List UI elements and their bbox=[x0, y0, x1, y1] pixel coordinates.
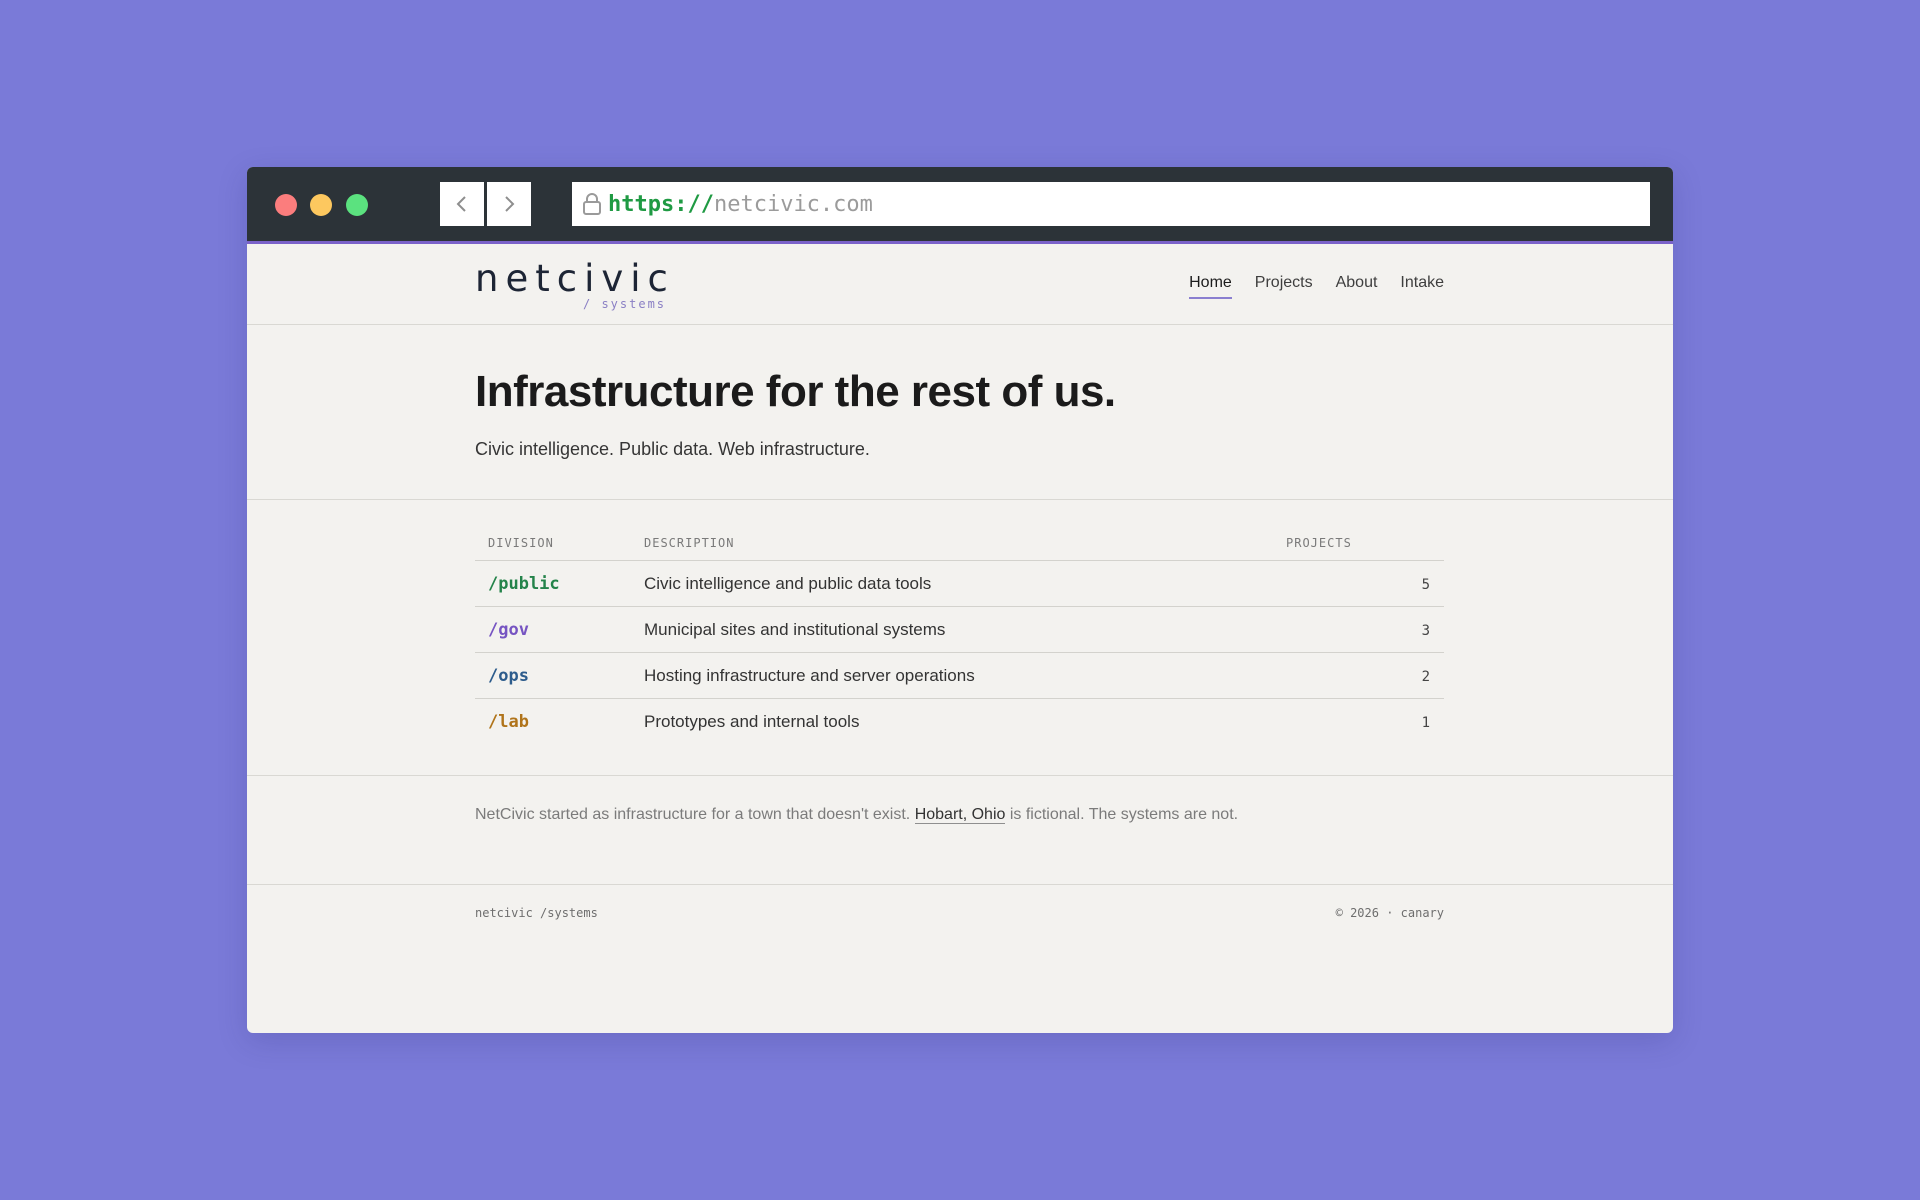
nav-about[interactable]: About bbox=[1336, 274, 1378, 299]
forward-button[interactable] bbox=[487, 182, 531, 226]
minimize-window-button[interactable] bbox=[310, 194, 332, 216]
table-row[interactable]: /gov Municipal sites and institutional s… bbox=[475, 606, 1444, 653]
page-title: Infrastructure for the rest of us. bbox=[475, 367, 1116, 416]
note-text-before: NetCivic started as infrastructure for a… bbox=[475, 806, 915, 823]
nav-home[interactable]: Home bbox=[1189, 274, 1232, 299]
divisions-section: DIVISION DESCRIPTION PROJECTS /public Ci… bbox=[247, 500, 1673, 776]
division-description: Civic intelligence and public data tools bbox=[644, 560, 1286, 607]
address-bar[interactable]: https://netcivic.com bbox=[572, 182, 1650, 226]
url-scheme: https:// bbox=[608, 191, 714, 217]
table-row[interactable]: /public Civic intelligence and public da… bbox=[475, 560, 1444, 607]
divisions-table: DIVISION DESCRIPTION PROJECTS /public Ci… bbox=[475, 526, 1444, 744]
division-project-count: 2 bbox=[1421, 668, 1430, 685]
url-host: netcivic.com bbox=[713, 191, 873, 217]
note-text: NetCivic started as infrastructure for a… bbox=[475, 806, 1238, 824]
footer-brand: netcivic /systems bbox=[475, 906, 598, 920]
table-header-row: DIVISION DESCRIPTION PROJECTS bbox=[475, 526, 1444, 561]
division-description: Prototypes and internal tools bbox=[644, 711, 860, 731]
brand-name: netcivic bbox=[475, 257, 675, 300]
site-footer: netcivic /systems © 2026 · canary bbox=[247, 885, 1673, 945]
division-path[interactable]: /ops bbox=[488, 666, 529, 686]
forward-chevron-icon bbox=[505, 196, 515, 212]
hero-section: Infrastructure for the rest of us. Civic… bbox=[247, 325, 1673, 500]
back-chevron-icon bbox=[456, 196, 466, 212]
lock-icon bbox=[582, 192, 602, 216]
division-project-count: 1 bbox=[1421, 714, 1430, 731]
footer-copyright: © 2026 · canary bbox=[1335, 906, 1444, 920]
column-header-division: DIVISION bbox=[475, 526, 644, 561]
site-logo[interactable]: netcivic / systems bbox=[475, 257, 675, 311]
column-header-description: DESCRIPTION bbox=[644, 526, 1286, 561]
maximize-window-button[interactable] bbox=[346, 194, 368, 216]
division-project-count: 3 bbox=[1421, 622, 1430, 639]
back-button[interactable] bbox=[440, 182, 484, 226]
division-description: Municipal sites and institutional system… bbox=[644, 606, 1286, 653]
division-path[interactable]: /public bbox=[488, 574, 560, 594]
about-note: NetCivic started as infrastructure for a… bbox=[247, 776, 1673, 885]
hobart-ohio-link[interactable]: Hobart, Ohio bbox=[914, 806, 1006, 824]
main-nav: Home Projects About Intake bbox=[1189, 274, 1444, 299]
division-project-count: 5 bbox=[1421, 576, 1430, 593]
close-window-button[interactable] bbox=[275, 194, 297, 216]
site-header: netcivic / systems Home Projects About I… bbox=[247, 244, 1673, 325]
page-content: netcivic / systems Home Projects About I… bbox=[247, 244, 1673, 945]
column-header-projects: PROJECTS bbox=[1286, 526, 1444, 561]
division-path[interactable]: /lab bbox=[488, 712, 529, 732]
division-description: Hosting infrastructure and server operat… bbox=[644, 652, 1286, 699]
page-subtitle: Civic intelligence. Public data. Web inf… bbox=[475, 439, 870, 459]
browser-window: https://netcivic.com netcivic / systems … bbox=[247, 167, 1673, 1033]
nav-projects[interactable]: Projects bbox=[1255, 274, 1313, 299]
division-path[interactable]: /gov bbox=[488, 620, 529, 640]
brand-sub: / systems bbox=[583, 297, 667, 311]
table-row[interactable]: /lab Prototypes and internal tools 1 bbox=[475, 699, 1444, 745]
browser-titlebar: https://netcivic.com bbox=[247, 167, 1673, 244]
note-text-after: is fictional. The systems are not. bbox=[1005, 806, 1239, 823]
table-row[interactable]: /ops Hosting infrastructure and server o… bbox=[475, 652, 1444, 699]
nav-intake[interactable]: Intake bbox=[1400, 274, 1444, 299]
